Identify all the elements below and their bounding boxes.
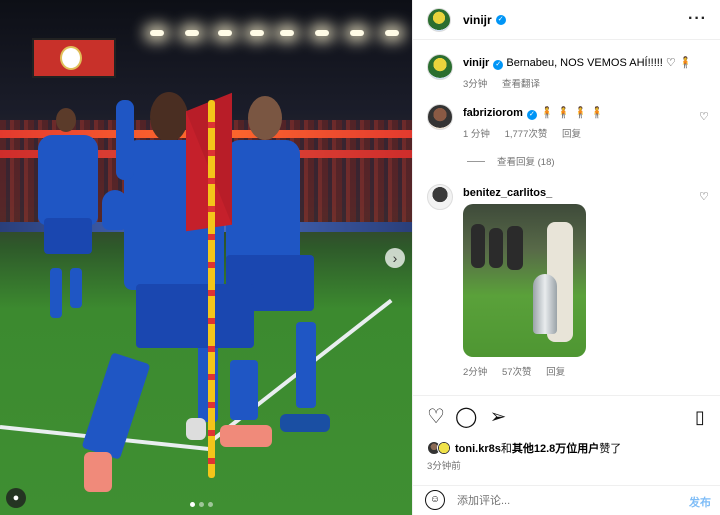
bookmark-icon[interactable]: ▯	[689, 406, 711, 428]
post-actions: ♡ ◯ ➢ ▯ toni.kr8s和其他12.8万位用户赞了 3分钟前	[413, 395, 720, 485]
comment-media-thumbnail[interactable]	[463, 204, 586, 357]
verified-badge-icon: ✓	[495, 14, 506, 25]
comment-time: 1 分钟	[463, 129, 490, 140]
comment-likes[interactable]: 57次赞	[502, 367, 532, 378]
comment-composer: ☺ 发布	[413, 485, 720, 515]
caption-username[interactable]: vinijr	[463, 57, 489, 69]
avatar	[437, 441, 451, 455]
view-replies-label: 查看回复 (18)	[497, 157, 555, 168]
comment-time: 2分钟	[463, 367, 488, 378]
post-viewer: › ● vinijr ✓ ··· vinijr ✓ Bernabeu, NOS V…	[0, 0, 720, 515]
comment-icon[interactable]: ◯	[455, 406, 477, 428]
comment-input[interactable]	[457, 492, 677, 510]
avatar[interactable]	[427, 54, 453, 80]
carousel-dots	[190, 502, 213, 507]
avatar[interactable]	[427, 184, 453, 210]
reply-button[interactable]: 回复	[562, 129, 581, 140]
heart-icon[interactable]: ♡	[425, 406, 447, 428]
post-sidebar: vinijr ✓ ··· vinijr ✓ Bernabeu, NOS VEMOS…	[412, 0, 720, 515]
liked-by-others[interactable]: 其他12.8万位用户	[512, 443, 599, 455]
heart-icon[interactable]: ♡	[699, 192, 709, 203]
caption: vinijr ✓ Bernabeu, NOS VEMOS AHÍ!!!!! ♡ 🧍…	[427, 54, 717, 94]
liked-by-user[interactable]: toni.kr8s	[455, 443, 501, 455]
liked-by-suffix: 赞了	[599, 443, 622, 455]
carousel-dot	[199, 502, 204, 507]
caption-time: 3分钟	[463, 79, 488, 90]
post-image[interactable]: › ●	[0, 0, 412, 515]
post-header: vinijr ✓ ···	[413, 0, 720, 40]
more-icon[interactable]: ···	[688, 10, 707, 28]
post-author-username[interactable]: vinijr	[463, 13, 492, 27]
emoji-icon[interactable]: ☺	[425, 490, 445, 510]
trophy	[533, 274, 557, 334]
heart-icon[interactable]: ♡	[699, 112, 709, 123]
verified-badge-icon: ✓	[526, 110, 537, 120]
comment-username[interactable]: fabriziorom	[463, 107, 523, 119]
post-comment-button[interactable]: 发布	[689, 494, 711, 510]
comment-text: 🧍 🧍 🧍 🧍	[539, 107, 604, 119]
post-time: 3分钟前	[427, 461, 461, 472]
comment-likes[interactable]: 1,777次赞	[505, 129, 548, 140]
caption-text: Bernabeu, NOS VEMOS AHÍ!!!!! ♡ 🧍	[506, 57, 693, 69]
stadium-screen	[32, 38, 116, 78]
carousel-dot	[190, 502, 195, 507]
corner-flag-pole	[208, 100, 215, 478]
liked-by-joiner: 和	[500, 443, 512, 455]
share-icon[interactable]: ➢	[487, 406, 509, 428]
comment-username[interactable]: benitez_carlitos_	[463, 187, 552, 199]
avatar[interactable]	[427, 7, 451, 32]
comments-list[interactable]: vinijr ✓ Bernabeu, NOS VEMOS AHÍ!!!!! ♡ 🧍…	[413, 40, 720, 395]
view-replies-button[interactable]: 查看回复 (18)	[467, 154, 555, 168]
user-tag-icon[interactable]: ●	[6, 488, 26, 508]
avatar[interactable]	[427, 104, 453, 130]
carousel-dot	[208, 502, 213, 507]
translate-link[interactable]: 查看翻译	[502, 79, 540, 90]
chevron-right-icon[interactable]: ›	[385, 248, 405, 268]
likes-summary[interactable]: toni.kr8s和其他12.8万位用户赞了	[427, 440, 621, 456]
reply-button[interactable]: 回复	[546, 367, 565, 378]
stadium-lights	[140, 30, 410, 50]
verified-badge-icon: ✓	[493, 60, 504, 70]
